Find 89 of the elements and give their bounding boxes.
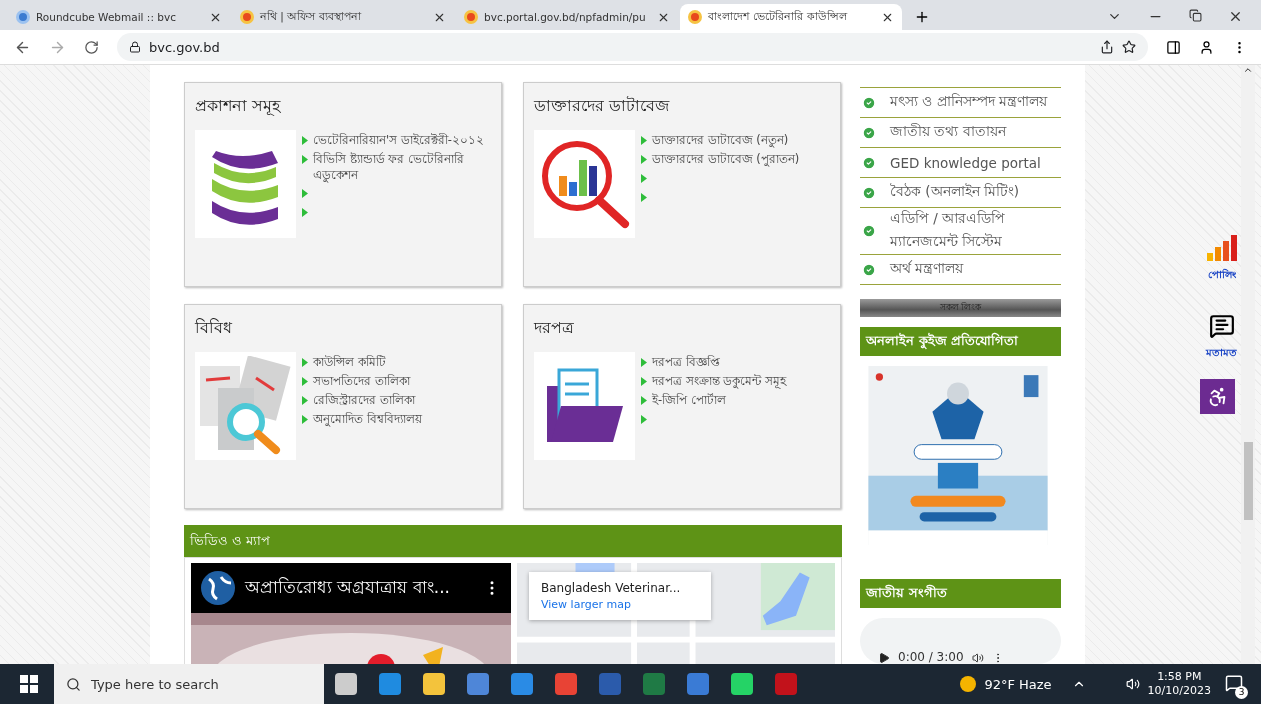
search-icon bbox=[66, 676, 81, 692]
video-title: অপ্রাতিরোধ্য অগ্রযাত্রায় বাং... bbox=[245, 576, 451, 599]
card-title: প্রকাশনা সমূহ bbox=[195, 95, 282, 118]
link-text[interactable]: দরপত্র বিজ্ঞপ্তি bbox=[652, 354, 720, 371]
volume-icon[interactable] bbox=[1125, 677, 1140, 691]
address-bar[interactable]: bvc.gov.bd bbox=[117, 33, 1148, 61]
arrow-icon bbox=[641, 396, 647, 405]
accessibility-button[interactable] bbox=[1200, 379, 1235, 414]
favicon-icon bbox=[16, 10, 30, 24]
browser-tab[interactable]: বাংলাদেশ ভেটেরিনারি কাউন্সিল bbox=[680, 4, 902, 30]
check-icon bbox=[862, 185, 876, 200]
check-icon bbox=[862, 155, 876, 170]
link-text[interactable]: জাতীয় তথ্য বাতায়ন bbox=[890, 121, 1006, 144]
globe-icon bbox=[201, 571, 235, 605]
section-header: জাতীয় সংগীত bbox=[860, 579, 1061, 609]
poll-link[interactable]: পোলিং bbox=[1208, 267, 1236, 284]
scrollbar[interactable] bbox=[1241, 65, 1255, 664]
link-text[interactable]: GED knowledge portal bbox=[890, 154, 1041, 171]
favicon-icon bbox=[240, 10, 254, 24]
link-text[interactable]: ডাক্তারদের ডাটাবেজ (পুরাতন) bbox=[652, 151, 800, 168]
close-icon[interactable] bbox=[1228, 9, 1243, 24]
url-text: bvc.gov.bd bbox=[149, 39, 220, 55]
volume-icon[interactable] bbox=[971, 652, 984, 664]
link-text[interactable]: ডাক্তারদের ডাটাবেজ (নতুন) bbox=[652, 132, 789, 149]
chat-icon[interactable] bbox=[1208, 313, 1235, 339]
lock-icon bbox=[129, 41, 141, 53]
favicon-icon bbox=[688, 10, 702, 24]
arrow-icon bbox=[641, 358, 647, 367]
favicon-icon bbox=[464, 10, 478, 24]
profile-icon[interactable] bbox=[1199, 39, 1214, 55]
link-text[interactable]: অর্থ মন্ত্রণালয় bbox=[890, 258, 964, 282]
link-text[interactable]: ভেটেরিনারিয়ান'স ডাইরেক্টরী-২০১২ bbox=[313, 132, 484, 149]
clock: 1:58 PM 10/10/2023 bbox=[1147, 670, 1211, 698]
card-title: ডাক্তারদের ডাটাবেজ bbox=[534, 95, 671, 117]
arrow-icon bbox=[641, 415, 647, 424]
play-icon[interactable] bbox=[878, 652, 890, 664]
browser-tab[interactable]: Roundcube Webmail :: bvc bbox=[8, 4, 230, 30]
link-text[interactable]: কাউন্সিল কমিটি bbox=[313, 354, 386, 371]
arrow-icon bbox=[641, 193, 647, 202]
card-title: বিবিধ bbox=[195, 317, 233, 339]
card-title: দরপত্র bbox=[534, 317, 575, 339]
weather-icon bbox=[958, 676, 979, 692]
link-text[interactable]: বিভিসি ষ্ট্যান্ডার্ড ফর ভেটেরিনারি এডুকেশন bbox=[313, 151, 491, 183]
check-icon bbox=[862, 224, 876, 238]
share-icon[interactable] bbox=[1100, 40, 1114, 54]
link-text[interactable]: সভাপতিদের তালিকা bbox=[313, 373, 410, 390]
audio-player[interactable]: 0:00 / 3:00 bbox=[860, 618, 1061, 664]
taskbar-search-field[interactable]: Type here to search bbox=[54, 664, 324, 704]
arrow-icon bbox=[641, 377, 647, 386]
arrow-icon bbox=[641, 174, 647, 183]
arrow-icon bbox=[641, 136, 647, 145]
browser-tab[interactable]: নথি | অফিস ব্যবস্থাপনা bbox=[232, 4, 454, 30]
section-header: ভিডিও ও ম্যাপ bbox=[184, 525, 842, 557]
link-text[interactable]: ই-জিপি পোর্টাল bbox=[652, 392, 726, 409]
windows-start-icon[interactable] bbox=[20, 675, 38, 693]
link-text[interactable]: রেজিস্ট্রারদের তালিকা bbox=[313, 392, 415, 409]
arrow-icon bbox=[302, 208, 308, 217]
arrow-icon bbox=[641, 155, 647, 164]
check-icon bbox=[862, 95, 876, 110]
new-tab-icon[interactable] bbox=[914, 9, 930, 25]
map-link[interactable]: View larger map bbox=[541, 598, 699, 611]
arrow-icon bbox=[302, 189, 308, 198]
link-text[interactable]: দরপত্র সংক্রান্ত ডকুমেন্ট সমূহ bbox=[652, 373, 786, 390]
scroll-up-icon[interactable] bbox=[1243, 65, 1253, 75]
arrow-icon bbox=[302, 155, 308, 164]
arrow-icon bbox=[302, 358, 308, 367]
link-text[interactable]: অনুমোদিত বিশ্ববিদ্যালয় bbox=[313, 411, 422, 428]
link-text[interactable]: এডিপি / আরএডিপি ম্যানেজমেন্ট সিস্টেম bbox=[890, 208, 1061, 255]
reload-icon[interactable] bbox=[84, 39, 99, 55]
side-panel-icon[interactable] bbox=[1166, 39, 1181, 55]
arrow-icon bbox=[302, 396, 308, 405]
check-icon bbox=[862, 125, 876, 140]
weather-text: 92°F Haze bbox=[984, 676, 1052, 692]
bar-chart-icon[interactable] bbox=[1207, 235, 1237, 261]
audio-time: 0:00 / 3:00 bbox=[898, 650, 964, 664]
browser-tab[interactable]: bvc.portal.gov.bd/npfadmin/pu bbox=[456, 4, 678, 30]
feedback-link[interactable]: মতামত bbox=[1206, 345, 1237, 362]
arrow-icon bbox=[302, 415, 308, 424]
notification-count: 3 bbox=[1235, 685, 1248, 699]
arrow-icon bbox=[302, 136, 308, 145]
check-icon bbox=[862, 262, 876, 277]
link-text[interactable]: মৎস্য ও প্রানিসম্পদ মন্ত্রণালয় bbox=[890, 91, 1047, 114]
place-name: Bangladesh Veterinar... bbox=[541, 581, 682, 595]
link-text[interactable]: বৈঠক (অনলাইন মিটিং) bbox=[890, 181, 1020, 204]
restore-icon[interactable] bbox=[1189, 9, 1202, 22]
section-header: অনলাইন কুইজ প্রতিযোগিতা bbox=[860, 326, 1061, 356]
bookmark-icon[interactable] bbox=[1122, 40, 1136, 54]
arrow-icon bbox=[302, 377, 308, 386]
scrollbar-thumb[interactable] bbox=[1243, 442, 1253, 520]
